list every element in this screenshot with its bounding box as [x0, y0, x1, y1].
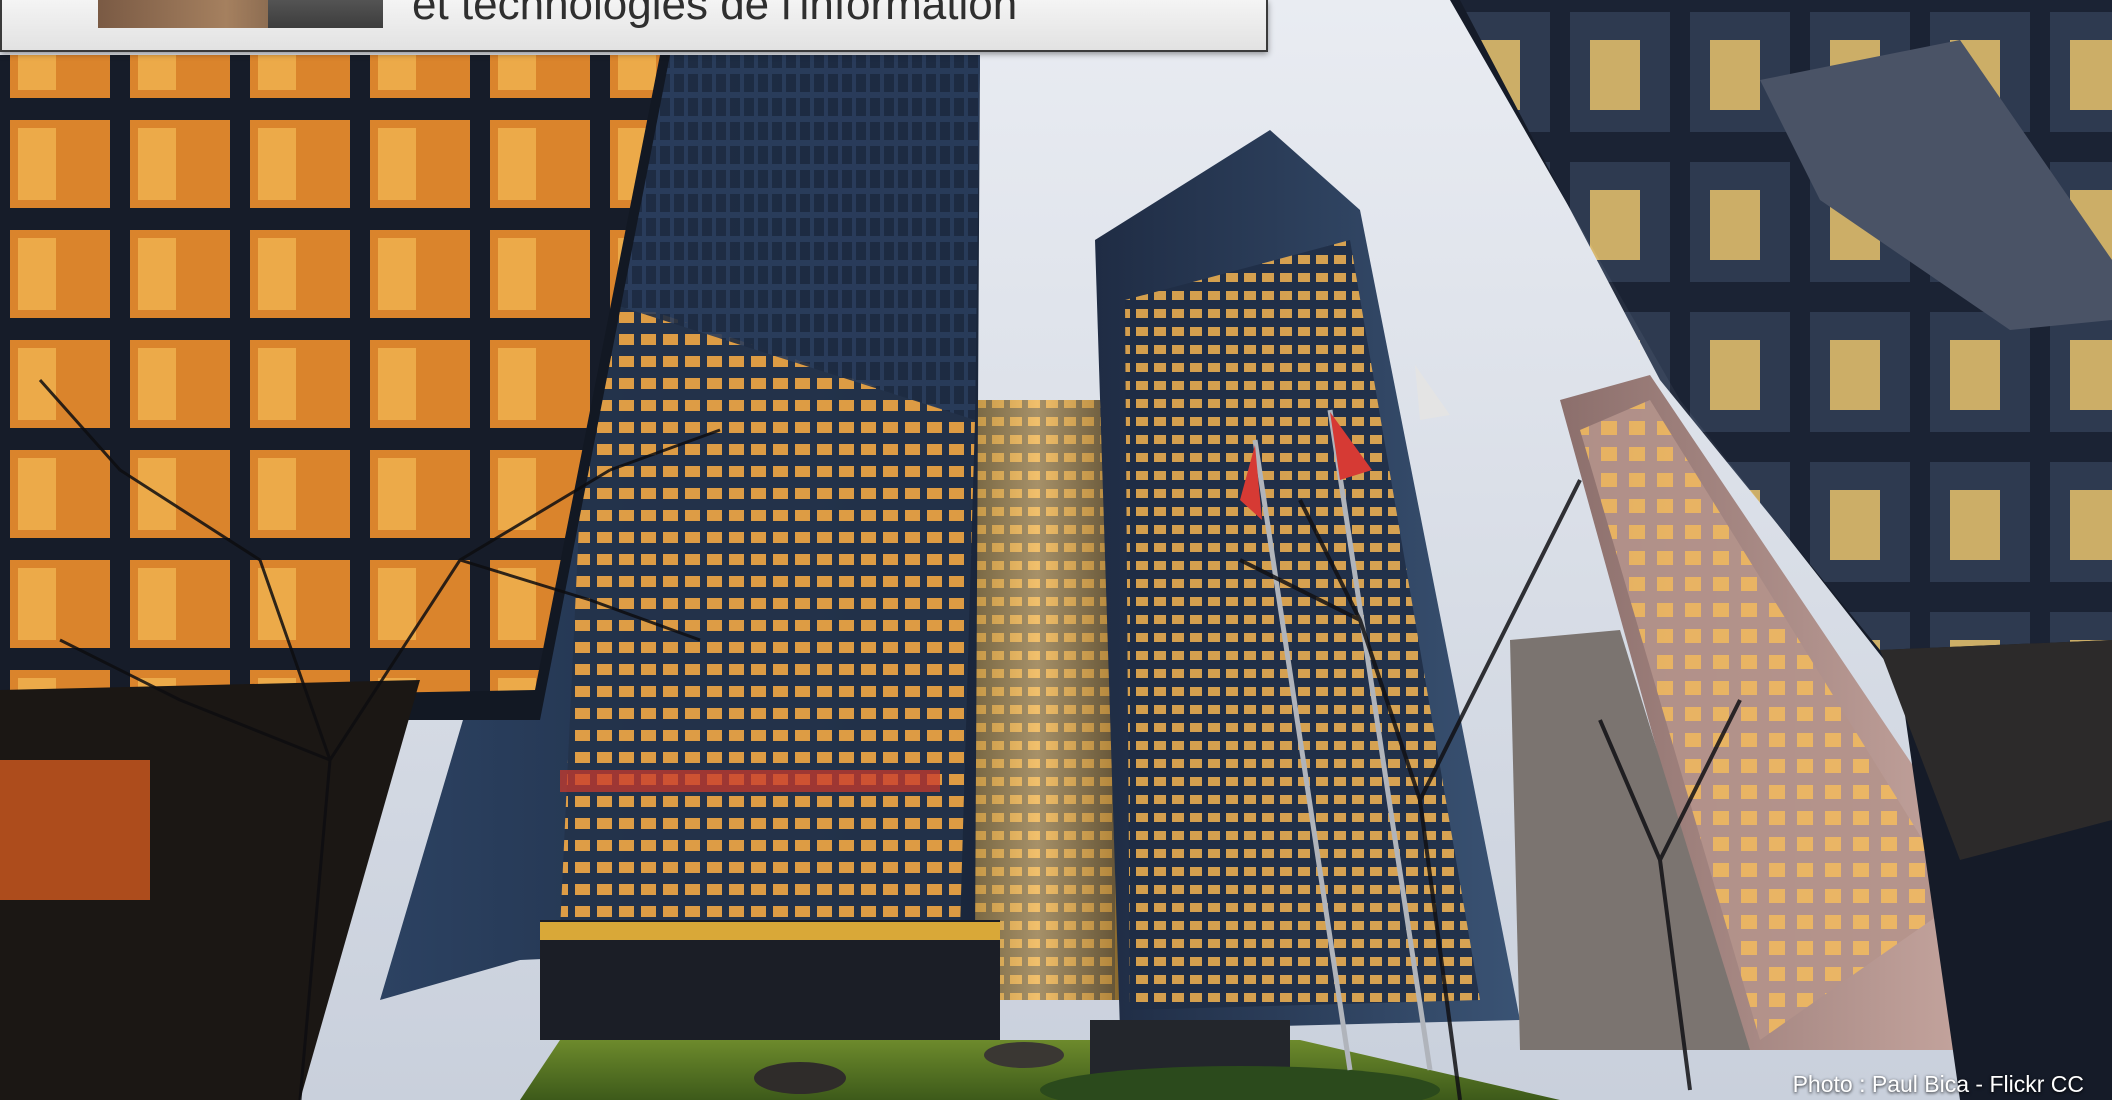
photo-credit: Photo : Paul Bica - Flickr CC [1792, 1071, 2084, 1097]
title-banner: et technologies de l'information [0, 0, 1268, 52]
presenter-thumbnail [98, 0, 383, 28]
banner-title: et technologies de l'information [412, 0, 1018, 29]
city-skyscrapers-photo [0, 0, 2112, 1100]
